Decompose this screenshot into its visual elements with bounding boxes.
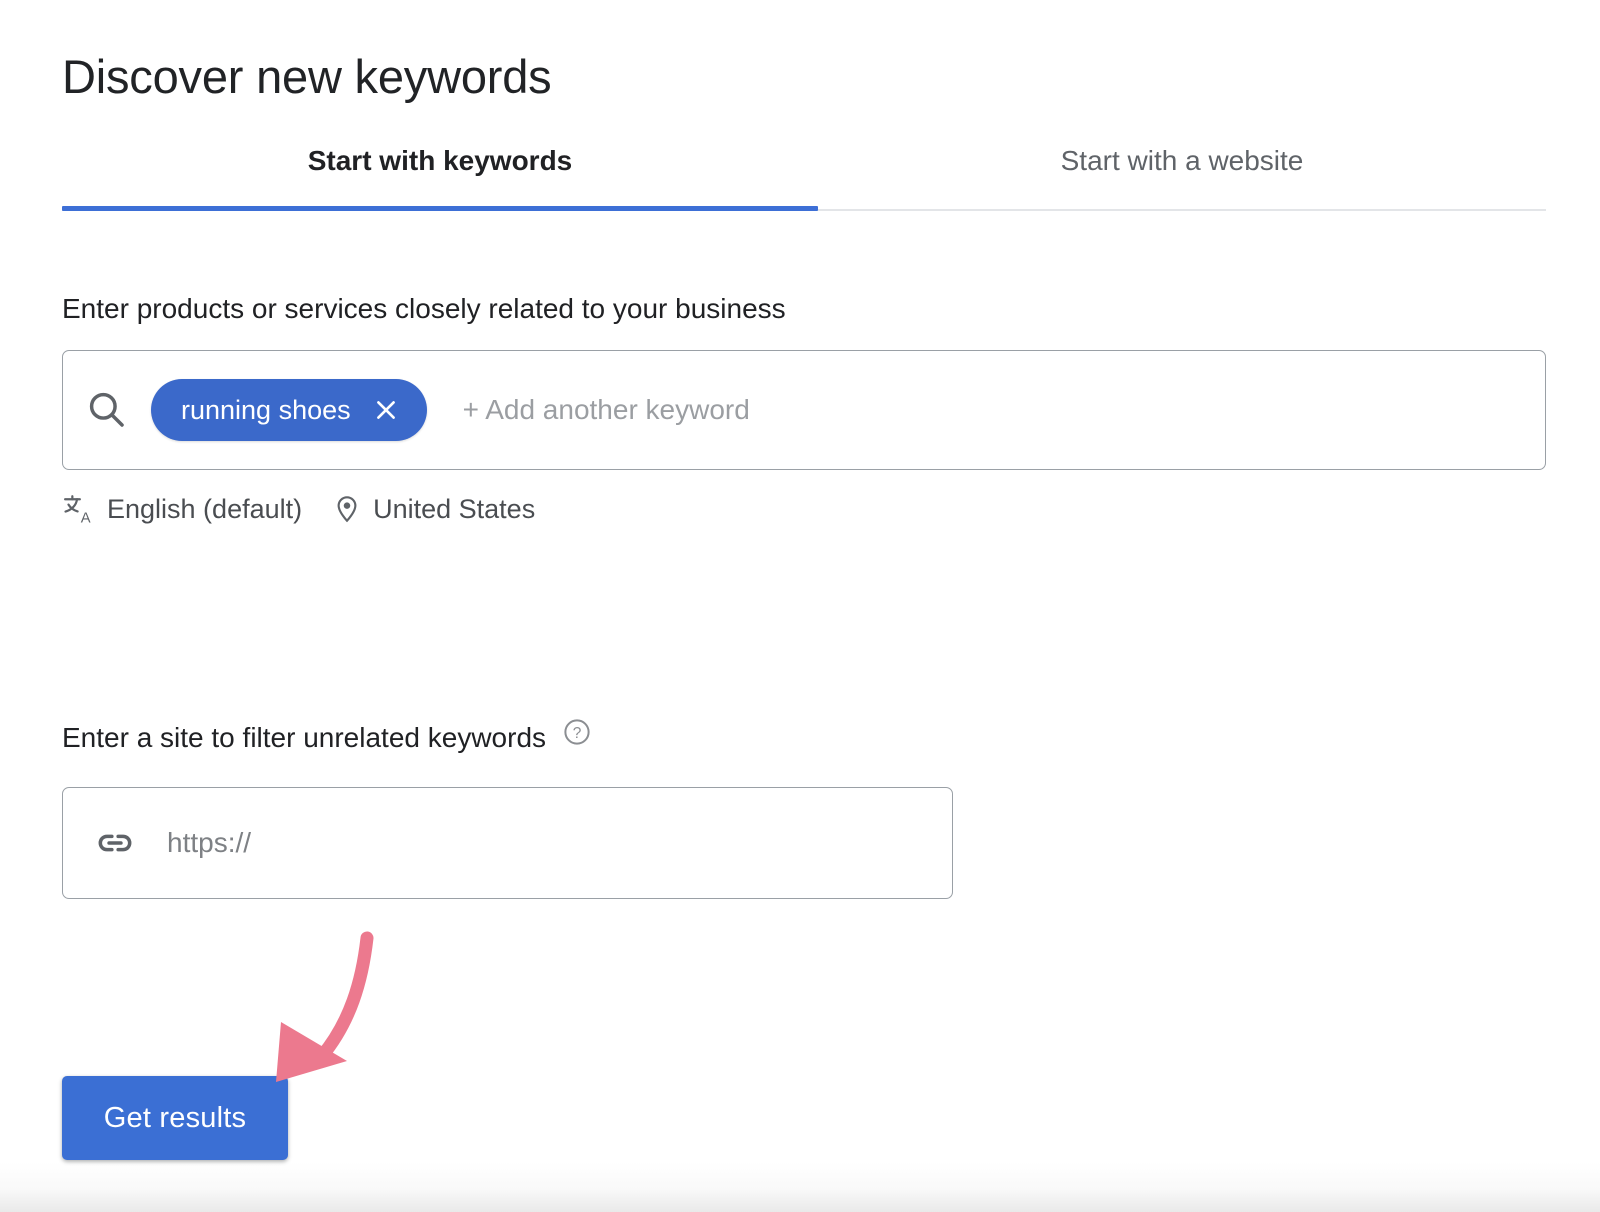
keywords-meta-row: A English (default) United States — [62, 492, 535, 526]
keywords-input[interactable]: running shoes + Add another keyword — [62, 350, 1546, 470]
tab-label: Start with keywords — [307, 144, 573, 176]
svg-text:A: A — [81, 510, 91, 526]
site-filter-label-row: Enter a site to filter unrelated keyword… — [62, 719, 592, 754]
keywords-field-label: Enter products or services closely relat… — [62, 293, 786, 324]
page-title: Discover new keywords — [62, 50, 552, 104]
discover-new-keywords-page: Discover new keywords Start with keyword… — [0, 0, 1600, 1212]
search-icon — [63, 388, 151, 432]
site-url-field[interactable]: https:// — [167, 827, 952, 859]
tab-start-with-keywords[interactable]: Start with keywords — [62, 112, 818, 209]
help-circle-icon[interactable]: ? — [562, 717, 592, 747]
location-selector[interactable]: United States — [332, 494, 535, 525]
keyword-chip[interactable]: running shoes — [151, 379, 427, 441]
close-icon[interactable] — [373, 397, 399, 423]
svg-text:?: ? — [573, 725, 582, 742]
tab-bar: Start with keywords Start with a website — [62, 112, 1546, 211]
language-selector[interactable]: A English (default) — [62, 492, 302, 526]
active-tab-indicator — [62, 206, 818, 211]
keyword-chip-label: running shoes — [181, 394, 351, 425]
link-icon — [63, 822, 167, 864]
translate-icon: A — [62, 492, 96, 526]
bottom-fade — [0, 1162, 1600, 1212]
language-label: English (default) — [107, 493, 303, 524]
tab-label: Start with a website — [1060, 144, 1304, 176]
tab-start-with-a-website[interactable]: Start with a website — [818, 112, 1546, 209]
location-pin-icon — [332, 494, 362, 524]
site-filter-label: Enter a site to filter unrelated keyword… — [62, 722, 547, 753]
get-results-button[interactable]: Get results — [62, 1076, 288, 1160]
site-filter-input[interactable]: https:// — [62, 787, 953, 899]
location-label: United States — [373, 493, 536, 524]
add-another-keyword-input[interactable]: + Add another keyword — [463, 394, 1545, 426]
